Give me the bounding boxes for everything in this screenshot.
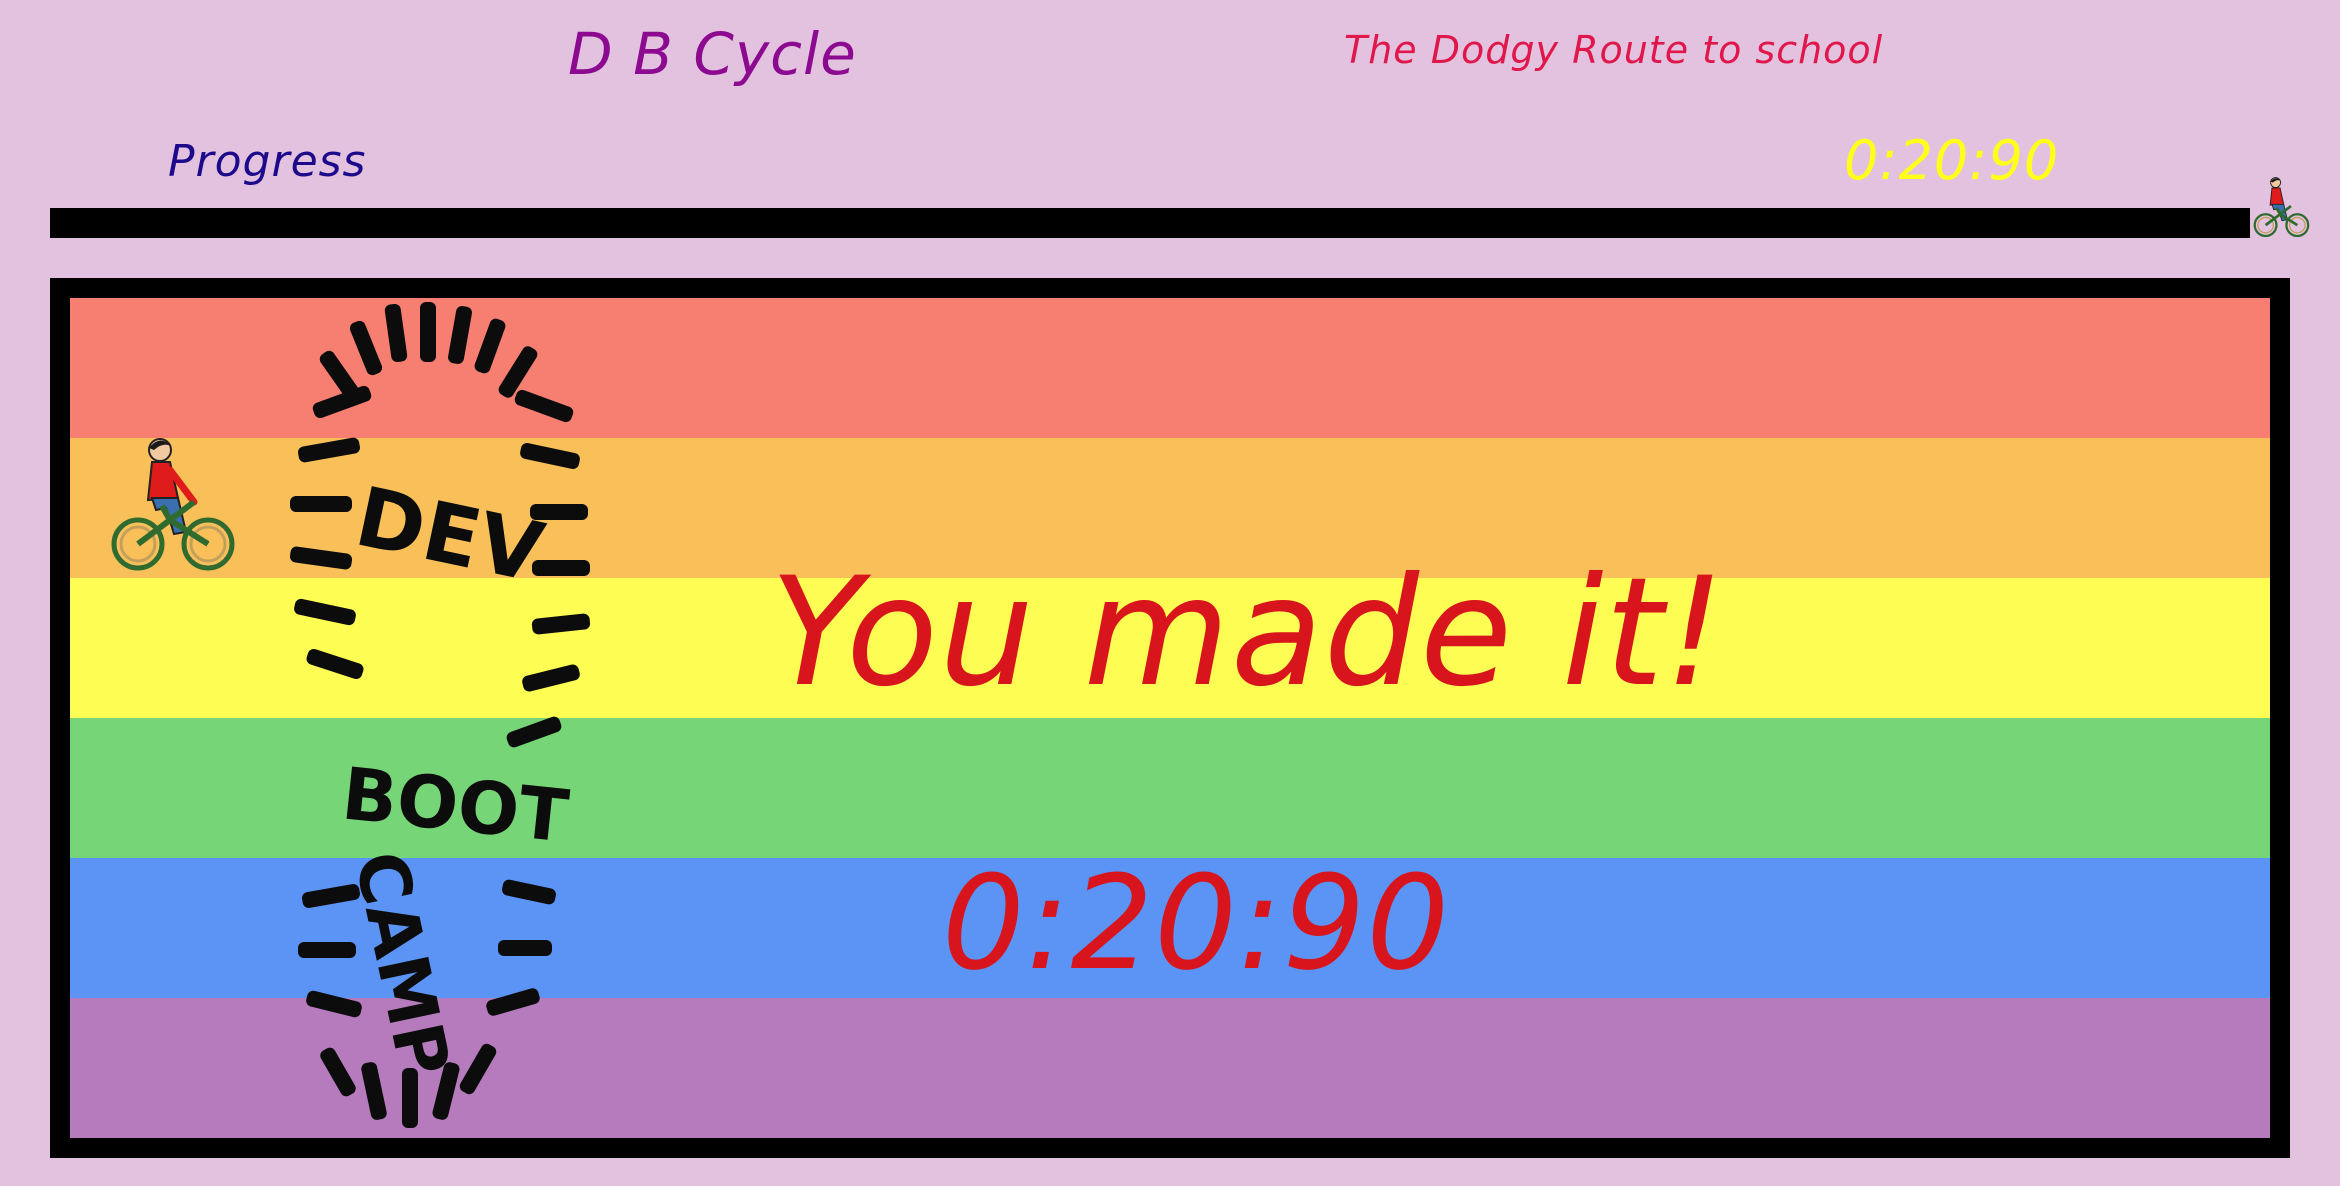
- win-message: You made it!: [770, 546, 1726, 720]
- progress-marker-bicycle-icon: [2253, 177, 2310, 238]
- logo-text-dev: DEV: [348, 470, 552, 602]
- progress-bar-fill: [50, 208, 2250, 238]
- game-stage[interactable]: DEV BOOT CAMP You made it! 0:20:90: [70, 298, 2270, 1138]
- page-subtitle: The Dodgy Route to school: [1344, 28, 1884, 72]
- app-title: D B Cycle: [568, 20, 857, 88]
- final-time: 0:20:90: [942, 847, 1451, 999]
- player-bicycle-icon[interactable]: [108, 436, 236, 572]
- progress-bar: [50, 208, 2250, 238]
- race-timer: 0:20:90: [1844, 129, 2060, 192]
- logo-text-camp: CAMP: [338, 844, 465, 1083]
- bootcamp-logo: DEV BOOT CAMP: [289, 302, 591, 1128]
- game-board[interactable]: DEV BOOT CAMP You made it! 0:20:90: [50, 278, 2290, 1158]
- progress-label: Progress: [168, 136, 367, 187]
- logo-text-boot: BOOT: [338, 751, 572, 858]
